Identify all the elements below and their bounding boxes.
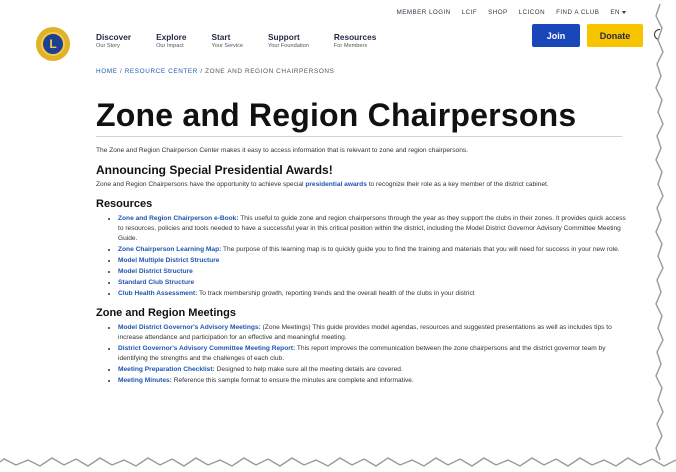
presidential-awards-link[interactable]: presidential awards xyxy=(305,181,367,188)
lcicon-link[interactable]: LCICON xyxy=(519,9,545,16)
logo-letter: L xyxy=(41,32,65,56)
list-item: Model District Governor's Advisory Meeti… xyxy=(118,323,626,343)
resources-heading: Resources xyxy=(96,198,153,210)
torn-edge-bottom xyxy=(0,457,676,472)
title-divider xyxy=(96,136,622,137)
resources-list: Zone and Region Chairperson e-Book: This… xyxy=(96,214,626,299)
list-item: Zone Chairperson Learning Map: The purpo… xyxy=(118,245,626,255)
learning-map-link[interactable]: Zone Chairperson Learning Map: xyxy=(118,246,221,253)
utility-bar: MEMBER LOGIN LCIF SHOP LCICON FIND A CLU… xyxy=(397,9,626,16)
nav-subtitle: Our Impact xyxy=(156,43,184,49)
advisory-meetings-link[interactable]: Model District Governor's Advisory Meeti… xyxy=(118,324,261,331)
meeting-minutes-link[interactable]: Meeting Minutes: xyxy=(118,377,172,384)
member-login-link[interactable]: MEMBER LOGIN xyxy=(397,9,451,16)
nav-subtitle: Our Story xyxy=(96,43,120,49)
main-content: The Zone and Region Chairperson Center m… xyxy=(96,146,626,387)
language-label: EN xyxy=(610,9,620,16)
club-structure-link[interactable]: Standard Club Structure xyxy=(118,279,194,286)
list-item: Model Multiple District Structure xyxy=(118,256,626,266)
shop-link[interactable]: SHOP xyxy=(488,9,508,16)
list-item-text: The purpose of this learning map is to q… xyxy=(221,246,620,253)
list-item-text: Designed to help make sure all the meeti… xyxy=(214,366,403,373)
list-item: District Governor's Advisory Committee M… xyxy=(118,344,626,364)
list-item: Club Health Assessment: To track members… xyxy=(118,289,626,299)
list-item: Meeting Minutes: Reference this sample f… xyxy=(118,376,626,386)
main-nav: Discover Our Story Explore Our Impact St… xyxy=(96,32,401,49)
nav-title: Resources xyxy=(333,32,377,42)
district-structure-link[interactable]: Model District Structure xyxy=(118,268,193,275)
page-title: Zone and Region Chairpersons xyxy=(96,97,577,133)
breadcrumb-home[interactable]: HOME xyxy=(96,68,118,75)
lions-logo[interactable]: L xyxy=(36,27,70,61)
meetings-heading: Zone and Region Meetings xyxy=(96,307,236,319)
breadcrumb-current: ZONE AND REGION CHAIRPERSONS xyxy=(205,68,335,75)
preparation-checklist-link[interactable]: Meeting Preparation Checklist: xyxy=(118,366,215,373)
club-health-assessment-link[interactable]: Club Health Assessment: xyxy=(118,290,197,297)
awards-text-before: Zone and Region Chairpersons have the op… xyxy=(96,181,306,188)
awards-heading: Announcing Special Presidential Awards! xyxy=(96,163,333,177)
page: MEMBER LOGIN LCIF SHOP LCICON FIND A CLU… xyxy=(0,0,660,464)
list-item: Zone and Region Chairperson e-Book: This… xyxy=(118,214,626,244)
lcif-link[interactable]: LCIF xyxy=(462,9,477,16)
breadcrumb: HOME / RESOURCE CENTER / ZONE AND REGION… xyxy=(96,68,335,75)
multiple-district-structure-link[interactable]: Model Multiple District Structure xyxy=(118,257,219,264)
list-item-text: Reference this sample format to ensure t… xyxy=(171,377,414,384)
meetings-list: Model District Governor's Advisory Meeti… xyxy=(96,323,626,386)
list-item: Model District Structure xyxy=(118,267,626,277)
nav-subtitle: For Members xyxy=(333,43,368,49)
donate-button[interactable]: Donate xyxy=(587,24,643,47)
find-a-club-link[interactable]: FIND A CLUB xyxy=(556,9,599,16)
list-item: Meeting Preparation Checklist: Designed … xyxy=(118,365,626,375)
nav-title: Discover xyxy=(96,32,132,42)
breadcrumb-separator: / xyxy=(117,68,125,75)
list-item: Standard Club Structure xyxy=(118,278,626,288)
list-item-text: To track membership growth, reporting tr… xyxy=(197,290,475,297)
awards-text-after: to recognize their role as a key member … xyxy=(366,181,549,188)
meeting-report-link[interactable]: District Governor's Advisory Committee M… xyxy=(118,345,295,352)
awards-text: Zone and Region Chairpersons have the op… xyxy=(96,180,626,190)
chevron-down-icon xyxy=(622,10,626,14)
join-button[interactable]: Join xyxy=(532,24,580,47)
nav-title: Explore xyxy=(156,32,187,42)
nav-item-discover[interactable]: Discover Our Story xyxy=(96,32,131,49)
nav-subtitle: Your Foundation xyxy=(268,43,309,49)
ebook-link[interactable]: Zone and Region Chairperson e-Book: xyxy=(118,215,239,222)
torn-edge-right xyxy=(654,0,676,472)
nav-item-explore[interactable]: Explore Our Impact xyxy=(156,32,186,49)
nav-item-resources[interactable]: Resources For Members xyxy=(334,32,376,49)
nav-title: Start xyxy=(211,32,231,42)
nav-item-start[interactable]: Start Your Service xyxy=(212,32,244,49)
breadcrumb-resource-center[interactable]: RESOURCE CENTER xyxy=(125,68,198,75)
nav-subtitle: Your Service xyxy=(211,43,244,49)
intro-text: The Zone and Region Chairperson Center m… xyxy=(96,147,469,154)
nav-title: Support xyxy=(268,32,300,42)
language-selector[interactable]: EN xyxy=(610,9,626,16)
nav-item-support[interactable]: Support Your Foundation xyxy=(268,32,309,49)
